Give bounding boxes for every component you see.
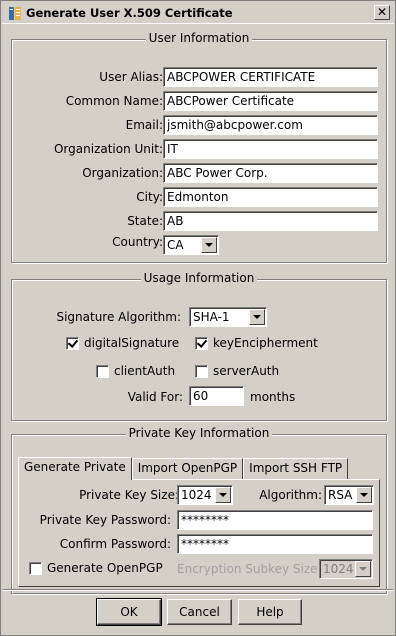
user-alias-label: User Alias: (99, 70, 163, 84)
tab-import-openpgp[interactable]: Import OpenPGP (131, 458, 244, 479)
key-encipherment-option[interactable]: keyEncipherment (195, 336, 318, 350)
digital-signature-label: digitalSignature (84, 336, 180, 350)
button-bar-divider (3, 589, 393, 591)
private-key-size-label: Private Key Size: (79, 488, 179, 502)
digital-signature-option[interactable]: digitalSignature (66, 336, 179, 350)
digital-signature-checkbox[interactable] (66, 336, 79, 350)
organization-unit-field[interactable]: IT (163, 139, 378, 159)
tab-generate-private[interactable]: Generate Private (18, 457, 132, 480)
city-label: City: (136, 190, 163, 204)
valid-for-label: Valid For: (127, 390, 183, 404)
certificate-app-icon (9, 7, 21, 20)
chevron-down-icon[interactable] (249, 309, 265, 325)
country-select[interactable]: CA (163, 235, 219, 255)
user-information-section: User Information User Alias: ABCPOWER CE… (11, 31, 387, 263)
country-value: CA (167, 238, 184, 252)
private-key-size-select[interactable]: 1024 (177, 485, 233, 505)
organization-unit-label: Organization Unit: (53, 142, 163, 156)
signature-algorithm-value: SHA-1 (193, 310, 230, 324)
user-information-title: User Information (145, 31, 253, 45)
cancel-button[interactable]: Cancel (167, 599, 232, 625)
email-field[interactable]: jsmith@abcpower.com (163, 115, 378, 135)
city-field[interactable]: Edmonton (163, 187, 378, 207)
generate-openpgp-option[interactable]: Generate OpenPGP (29, 561, 163, 575)
common-name-field[interactable]: ABCPower Certificate (163, 91, 378, 111)
window-title: Generate User X.509 Certificate (26, 6, 233, 20)
key-encipherment-checkbox[interactable] (195, 336, 208, 350)
close-icon: ✕ (376, 5, 388, 19)
server-auth-option[interactable]: serverAuth (195, 364, 279, 378)
confirm-password-field[interactable]: ******** (177, 534, 373, 554)
common-name-label: Common Name: (65, 94, 163, 108)
private-key-information-section: Private Key Information Generate Private… (11, 426, 387, 594)
private-key-size-value: 1024 (181, 488, 212, 502)
client-auth-checkbox[interactable] (96, 364, 109, 378)
ok-button[interactable]: OK (96, 598, 162, 626)
help-button[interactable]: Help (238, 599, 302, 625)
encryption-subkey-size-select[interactable]: 1024 (319, 559, 373, 579)
usage-information-section: Usage Information Signature Algorithm: S… (11, 271, 387, 421)
state-label: State: (127, 214, 163, 228)
private-key-password-field[interactable]: ******** (177, 510, 373, 530)
tab-import-ssh-ftp[interactable]: Import SSH FTP (243, 458, 349, 479)
chevron-down-icon[interactable] (201, 237, 217, 253)
generate-openpgp-label: Generate OpenPGP (47, 561, 163, 575)
country-label: Country: (112, 235, 163, 249)
server-auth-checkbox[interactable] (195, 364, 208, 378)
algorithm-label: Algorithm: (259, 488, 322, 502)
private-key-password-label: Private Key Password: (39, 513, 171, 527)
chevron-down-icon[interactable] (215, 487, 231, 503)
valid-for-unit: months (250, 390, 296, 404)
chevron-down-icon[interactable] (356, 487, 372, 503)
generate-openpgp-checkbox[interactable] (29, 561, 42, 575)
usage-information-title: Usage Information (140, 271, 258, 285)
email-label: Email: (125, 118, 163, 132)
title-bar[interactable]: Generate User X.509 Certificate ✕ (2, 2, 394, 24)
signature-algorithm-label: Signature Algorithm: (56, 310, 181, 324)
client-auth-label: clientAuth (114, 364, 176, 378)
chevron-down-icon[interactable] (355, 561, 371, 577)
key-encipherment-label: keyEncipherment (213, 336, 318, 350)
private-key-information-title: Private Key Information (125, 426, 273, 440)
encryption-subkey-size-label: Encryption Subkey Size: (177, 562, 322, 576)
encryption-subkey-size-value: 1024 (323, 562, 354, 576)
organization-label: Organization: (82, 166, 163, 180)
algorithm-value: RSA (328, 488, 353, 502)
confirm-password-label: Confirm Password: (59, 537, 171, 551)
generate-private-panel: Private Key Size: 1024 Algorithm: RSA Pr… (18, 479, 380, 587)
organization-field[interactable]: ABC Power Corp. (163, 163, 378, 183)
key-source-tabs: Generate Private Import OpenPGP Import S… (18, 457, 349, 480)
state-field[interactable]: AB (163, 211, 378, 231)
valid-for-field[interactable]: 60 (189, 386, 244, 406)
user-alias-field[interactable]: ABCPOWER CERTIFICATE (163, 67, 378, 87)
server-auth-label: serverAuth (213, 364, 280, 378)
signature-algorithm-select[interactable]: SHA-1 (189, 307, 267, 327)
certificate-dialog: Generate User X.509 Certificate ✕ User I… (0, 0, 396, 636)
close-button[interactable]: ✕ (374, 5, 390, 20)
client-auth-option[interactable]: clientAuth (96, 364, 175, 378)
algorithm-select[interactable]: RSA (324, 485, 374, 505)
